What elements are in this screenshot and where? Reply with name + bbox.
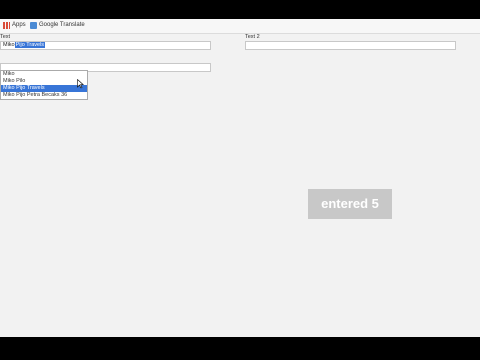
bookmark-google-translate-label: Google Translate xyxy=(39,22,85,28)
autocomplete-option[interactable]: Miko xyxy=(1,71,87,78)
browser-viewport: Apps Google Translate Text MikoPijo Trav… xyxy=(0,19,480,337)
autocomplete-option-highlighted[interactable]: Miko Pijo Travels xyxy=(1,85,87,92)
autocomplete-option[interactable]: Miko Pilo xyxy=(1,78,87,85)
bookmark-apps-label: Apps xyxy=(12,22,26,28)
google-translate-icon xyxy=(30,22,37,29)
status-toast: entered 5 xyxy=(308,189,392,219)
autocomplete-selection: Pijo Travels xyxy=(14,42,46,48)
mouse-cursor-icon xyxy=(77,79,84,89)
text-2-input[interactable] xyxy=(245,41,456,50)
typed-text: Miko xyxy=(3,42,15,48)
text-2-label: Text 2 xyxy=(245,34,260,40)
text-input[interactable]: MikoPijo Travels xyxy=(0,41,211,50)
text-label: Text xyxy=(0,34,11,40)
autocomplete-dropdown: Miko Miko Pilo Miko Pijo Travels Miko Pi… xyxy=(0,70,88,100)
bookmarks-bar: Apps Google Translate xyxy=(0,19,480,34)
apps-icon xyxy=(3,22,10,29)
bookmark-google-translate[interactable]: Google Translate xyxy=(30,21,85,30)
bookmark-apps[interactable]: Apps xyxy=(3,21,26,30)
autocomplete-option[interactable]: Miko Pijo Petra Becaks 36 xyxy=(1,92,87,99)
